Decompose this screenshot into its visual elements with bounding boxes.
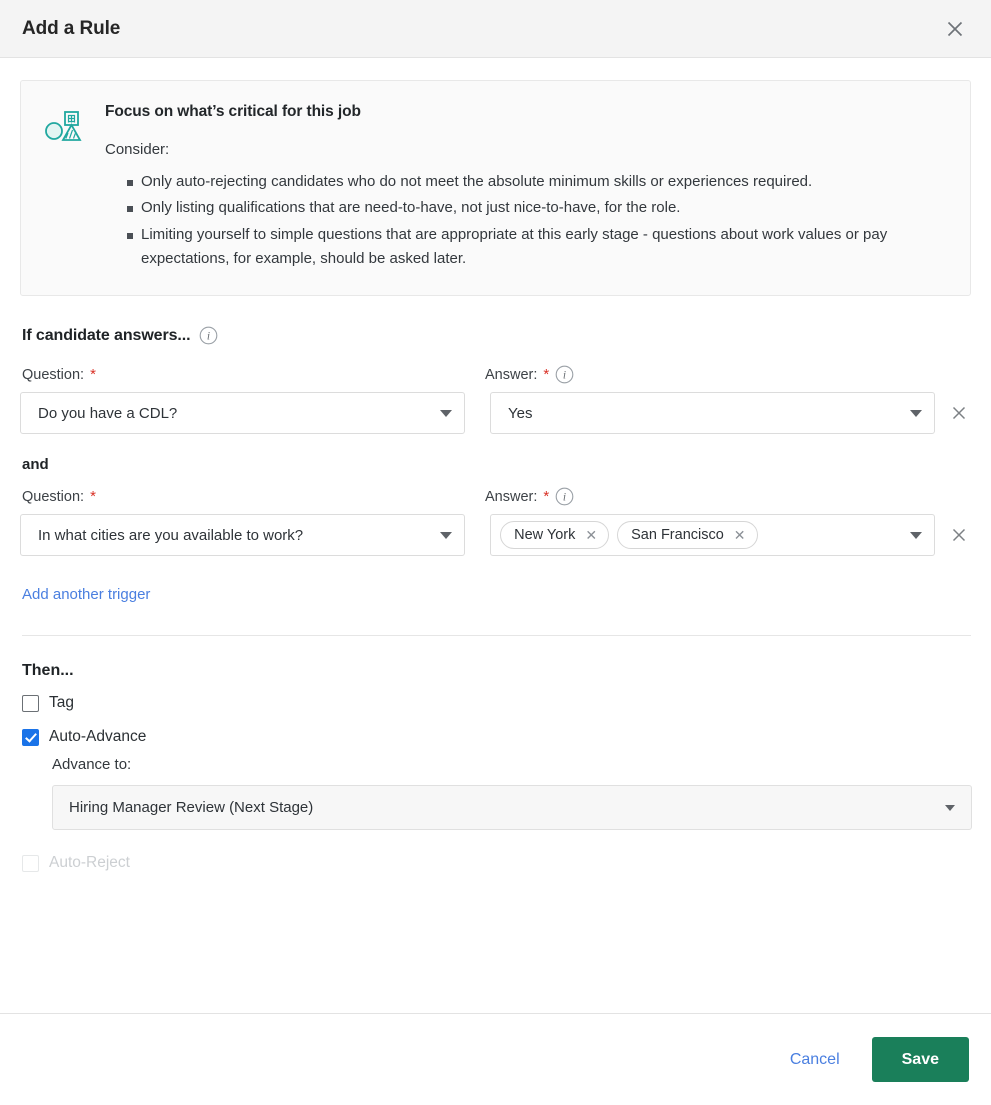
- svg-text:i: i: [563, 492, 566, 504]
- chevron-down-icon: [440, 409, 452, 417]
- question-label-text: Question:: [22, 488, 85, 505]
- answer-chip-label: San Francisco: [631, 527, 724, 544]
- chevron-down-icon: [910, 409, 922, 417]
- and-connector-label: and: [22, 456, 49, 474]
- answer-chip[interactable]: New York ✕: [500, 521, 610, 550]
- action-auto-advance-label: Auto-Advance: [49, 728, 147, 746]
- action-auto-advance-row[interactable]: Auto-Advance: [22, 728, 971, 746]
- page-title: Add a Rule: [22, 17, 121, 39]
- then-section-title: Then...: [22, 662, 74, 680]
- trigger-section-heading: If candidate answers... i: [22, 326, 971, 345]
- answer-chip-list: New York ✕ San Francisco ✕: [500, 521, 902, 550]
- answer-label-text: Answer:: [485, 488, 538, 505]
- chevron-down-icon: [945, 804, 955, 811]
- chevron-down-icon: [910, 531, 922, 539]
- list-item: Only auto-rejecting candidates who do no…: [127, 170, 946, 194]
- svg-text:i: i: [207, 331, 210, 343]
- remove-trigger-2-icon[interactable]: [947, 523, 971, 547]
- question-select-2-value: In what cities are you available to work…: [38, 526, 304, 544]
- required-mark: *: [90, 488, 96, 506]
- cancel-button[interactable]: Cancel: [780, 1043, 850, 1077]
- trigger-row: and Question: * Answer: * i In what citi…: [20, 456, 971, 557]
- add-rule-modal: Add a Rule Focus on what’s critical for …: [0, 0, 991, 1105]
- advance-to-select[interactable]: Hiring Manager Review (Next Stage): [52, 785, 972, 831]
- checkbox-tag[interactable]: [22, 694, 39, 712]
- trigger-row-fields: Do you have a CDL? Yes: [20, 392, 971, 435]
- action-auto-reject-row[interactable]: Auto-Reject: [22, 854, 971, 872]
- action-tag-label: Tag: [49, 694, 74, 712]
- tip-consider-label: Consider:: [105, 141, 170, 158]
- list-item: Limiting yourself to simple questions th…: [127, 223, 946, 272]
- required-mark: *: [543, 366, 550, 384]
- question-select-1[interactable]: Do you have a CDL?: [20, 392, 465, 435]
- advance-to-value: Hiring Manager Review (Next Stage): [69, 799, 314, 817]
- question-select-2[interactable]: In what cities are you available to work…: [20, 514, 466, 557]
- tip-heading: Focus on what’s critical for this job: [105, 103, 361, 120]
- save-button[interactable]: Save: [871, 1037, 969, 1082]
- answer-select-1-value: Yes: [508, 404, 533, 422]
- answer-select-1[interactable]: Yes: [490, 392, 935, 435]
- info-icon[interactable]: i: [555, 365, 574, 384]
- trigger-row-labels: Question: * Answer: * i: [20, 487, 971, 506]
- question-label-text: Question:: [22, 366, 85, 383]
- advance-to-label: Advance to:: [52, 756, 132, 774]
- answer-chip[interactable]: San Francisco ✕: [617, 521, 758, 550]
- tip-callout: Focus on what’s critical for this job Co…: [20, 80, 971, 297]
- question-label: Question: *: [22, 489, 485, 505]
- required-mark: *: [543, 488, 550, 506]
- trigger-row-labels: Question: * Answer: * i: [20, 365, 971, 384]
- checkbox-auto-advance[interactable]: [22, 728, 39, 746]
- answer-chip-label: New York: [514, 527, 576, 544]
- section-divider: [22, 635, 971, 637]
- question-label: Question: *: [22, 367, 485, 383]
- add-another-trigger-link[interactable]: Add another trigger: [22, 586, 150, 603]
- trigger-row: Question: * Answer: * i Do you have a CD…: [20, 365, 971, 435]
- checkbox-auto-reject[interactable]: [22, 854, 39, 872]
- modal-footer: Cancel Save: [0, 1013, 991, 1105]
- advance-to-block: Advance to: Hiring Manager Review (Next …: [52, 756, 972, 831]
- question-select-1-value: Do you have a CDL?: [38, 404, 178, 422]
- trigger-row-fields: In what cities are you available to work…: [20, 514, 971, 557]
- list-item: Only listing qualifications that are nee…: [127, 196, 946, 220]
- remove-chip-icon[interactable]: ✕: [585, 528, 597, 542]
- remove-trigger-1-icon[interactable]: [947, 401, 971, 425]
- answer-label: Answer: * i: [485, 487, 574, 506]
- remove-chip-icon[interactable]: ✕: [734, 528, 746, 542]
- svg-text:i: i: [563, 370, 566, 382]
- action-auto-reject-label: Auto-Reject: [49, 854, 130, 872]
- action-tag-row[interactable]: Tag: [22, 694, 971, 712]
- tip-content: Focus on what’s critical for this job Co…: [105, 103, 946, 273]
- tip-bullet-list: Only auto-rejecting candidates who do no…: [105, 170, 946, 271]
- chevron-down-icon: [440, 531, 453, 539]
- answer-label-text: Answer:: [485, 366, 538, 383]
- trigger-section-title: If candidate answers...: [22, 326, 191, 344]
- shapes-icon: [43, 103, 85, 273]
- answer-multiselect-2[interactable]: New York ✕ San Francisco ✕: [490, 514, 935, 557]
- info-icon[interactable]: i: [199, 326, 218, 345]
- required-mark: *: [90, 366, 96, 384]
- close-icon[interactable]: [939, 13, 971, 45]
- modal-body: Focus on what’s critical for this job Co…: [0, 58, 991, 1105]
- modal-header: Add a Rule: [0, 0, 991, 58]
- answer-label: Answer: * i: [485, 365, 574, 384]
- info-icon[interactable]: i: [555, 487, 574, 506]
